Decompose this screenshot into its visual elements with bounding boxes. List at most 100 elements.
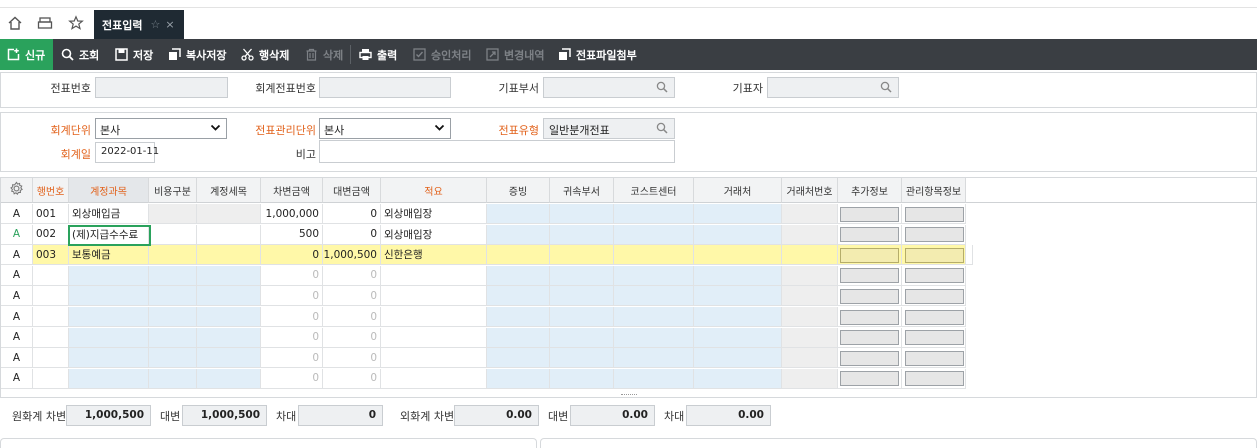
memo-field[interactable] bbox=[319, 140, 675, 163]
cell-col-4[interactable] bbox=[197, 245, 261, 266]
cell-credit[interactable]: 0 bbox=[323, 307, 381, 327]
extra-info-button[interactable] bbox=[840, 309, 899, 325]
cell-col-12[interactable] bbox=[782, 368, 838, 389]
cell-memo[interactable]: 외상매입장 bbox=[381, 204, 487, 224]
cell-col-9[interactable] bbox=[550, 245, 614, 266]
grid-header-col-10[interactable]: 코스트센터 bbox=[614, 178, 694, 203]
cell-col-11[interactable] bbox=[694, 286, 782, 307]
cell-col-11[interactable] bbox=[694, 368, 782, 389]
cell-col-9[interactable] bbox=[550, 286, 614, 307]
cell-account[interactable] bbox=[69, 265, 149, 286]
history-button[interactable]: 변경내역 bbox=[485, 39, 544, 70]
date-field[interactable]: 2022-01-11 bbox=[95, 142, 159, 163]
acct-voucher-no-field[interactable] bbox=[319, 77, 451, 98]
cell-col-9[interactable] bbox=[550, 327, 614, 348]
cell-col-10[interactable] bbox=[614, 307, 694, 327]
cell-no[interactable] bbox=[33, 327, 69, 348]
cell-col-8[interactable] bbox=[487, 327, 550, 348]
favorite-star-icon[interactable] bbox=[67, 14, 85, 32]
cell-col-3[interactable] bbox=[149, 368, 197, 389]
extra-info-button[interactable] bbox=[840, 288, 899, 304]
cell-col-4[interactable] bbox=[197, 307, 261, 327]
new-button[interactable]: 신규 bbox=[0, 39, 53, 70]
cell-col-12[interactable] bbox=[782, 307, 838, 327]
cell-memo[interactable] bbox=[381, 307, 487, 327]
cell-account[interactable] bbox=[69, 348, 149, 369]
printer-tray-icon[interactable] bbox=[36, 14, 54, 32]
cell-col-11[interactable] bbox=[694, 204, 782, 224]
writer-field[interactable] bbox=[767, 77, 899, 98]
cell-col-11[interactable] bbox=[694, 224, 782, 245]
cell-no[interactable]: 003 bbox=[33, 245, 69, 266]
cell-debit[interactable]: 0 bbox=[261, 265, 323, 286]
cell-account[interactable] bbox=[69, 307, 149, 327]
cell-no[interactable] bbox=[33, 265, 69, 286]
cell-debit[interactable]: 0 bbox=[261, 327, 323, 348]
cell-col-3[interactable] bbox=[149, 286, 197, 307]
cell-no[interactable] bbox=[33, 307, 69, 327]
dept-field[interactable] bbox=[543, 77, 675, 98]
cell-col-12[interactable] bbox=[782, 204, 838, 224]
grid-header-col-1[interactable]: 행번호 bbox=[33, 178, 69, 203]
extra-info-button[interactable] bbox=[840, 371, 899, 387]
cell-memo[interactable] bbox=[381, 368, 487, 389]
cell-account[interactable] bbox=[69, 327, 149, 348]
search-icon[interactable] bbox=[656, 122, 668, 137]
cell-col-4[interactable] bbox=[197, 204, 261, 224]
cell-col-9[interactable] bbox=[550, 368, 614, 389]
cell-col-12[interactable] bbox=[782, 245, 838, 266]
cell-col-10[interactable] bbox=[614, 368, 694, 389]
mgmt-info-button[interactable] bbox=[905, 206, 964, 222]
cell-col-12[interactable] bbox=[782, 286, 838, 307]
cell-col-4[interactable] bbox=[197, 286, 261, 307]
cell-col-11[interactable] bbox=[694, 245, 782, 266]
cell-no[interactable]: 001 bbox=[33, 204, 69, 224]
mgmt-info-button[interactable] bbox=[905, 247, 964, 263]
grid-header-col-6[interactable]: 대변금액 bbox=[323, 178, 381, 203]
cell-debit[interactable]: 500 bbox=[261, 224, 323, 245]
search-icon[interactable] bbox=[656, 81, 668, 96]
cell-credit[interactable]: 0 bbox=[323, 348, 381, 369]
unit-select[interactable]: 본사 bbox=[95, 118, 227, 139]
cell-col-3[interactable] bbox=[149, 307, 197, 327]
cell-col-3[interactable] bbox=[149, 265, 197, 286]
cell-col-8[interactable] bbox=[487, 286, 550, 307]
cell-col-4[interactable] bbox=[197, 327, 261, 348]
attach-file-button[interactable]: 전표파일첨부 bbox=[557, 39, 637, 70]
grid-header-col-7[interactable]: 적요 bbox=[381, 178, 487, 203]
cell-account[interactable]: 보통예금 bbox=[69, 245, 149, 266]
cell-col-8[interactable] bbox=[487, 204, 550, 224]
cell-credit[interactable]: 0 bbox=[323, 204, 381, 224]
row-flag[interactable]: A bbox=[1, 286, 33, 307]
cell-debit[interactable]: 0 bbox=[261, 286, 323, 307]
cell-credit[interactable]: 0 bbox=[323, 265, 381, 286]
cell-col-10[interactable] bbox=[614, 286, 694, 307]
cell-col-4[interactable] bbox=[197, 348, 261, 369]
voucher-no-field[interactable] bbox=[95, 77, 228, 98]
cell-col-3[interactable] bbox=[149, 204, 197, 224]
grid-header-col-14[interactable]: 관리항목정보 bbox=[902, 178, 966, 203]
cell-col-4[interactable] bbox=[197, 368, 261, 389]
cell-credit[interactable]: 0 bbox=[323, 327, 381, 348]
search-icon[interactable] bbox=[880, 81, 892, 96]
grid-header-col-5[interactable]: 차변금액 bbox=[261, 178, 323, 203]
cell-col-12[interactable] bbox=[782, 348, 838, 369]
cell-debit[interactable]: 0 bbox=[261, 368, 323, 389]
grid-header-col-8[interactable]: 증빙 bbox=[487, 178, 550, 203]
row-flag[interactable]: A bbox=[1, 307, 33, 327]
cell-memo[interactable]: 외상매입장 bbox=[381, 224, 487, 245]
home-icon[interactable] bbox=[6, 14, 24, 32]
grid-header-col-2[interactable]: 계정과목 bbox=[69, 178, 149, 203]
row-flag[interactable]: A bbox=[1, 348, 33, 369]
tab-voucher-entry[interactable]: 전표입력 ☆ × bbox=[94, 10, 184, 39]
cell-col-8[interactable] bbox=[487, 307, 550, 327]
gear-icon[interactable] bbox=[9, 181, 24, 199]
cell-col-12[interactable] bbox=[782, 224, 838, 245]
mgmt-info-button[interactable] bbox=[905, 288, 964, 304]
delete-row-button[interactable]: 행삭제 bbox=[240, 39, 289, 70]
cell-col-3[interactable] bbox=[149, 348, 197, 369]
cell-debit[interactable]: 0 bbox=[261, 307, 323, 327]
mgmt-info-button[interactable] bbox=[905, 309, 964, 325]
cell-col-12[interactable] bbox=[782, 265, 838, 286]
cell-col-9[interactable] bbox=[550, 348, 614, 369]
